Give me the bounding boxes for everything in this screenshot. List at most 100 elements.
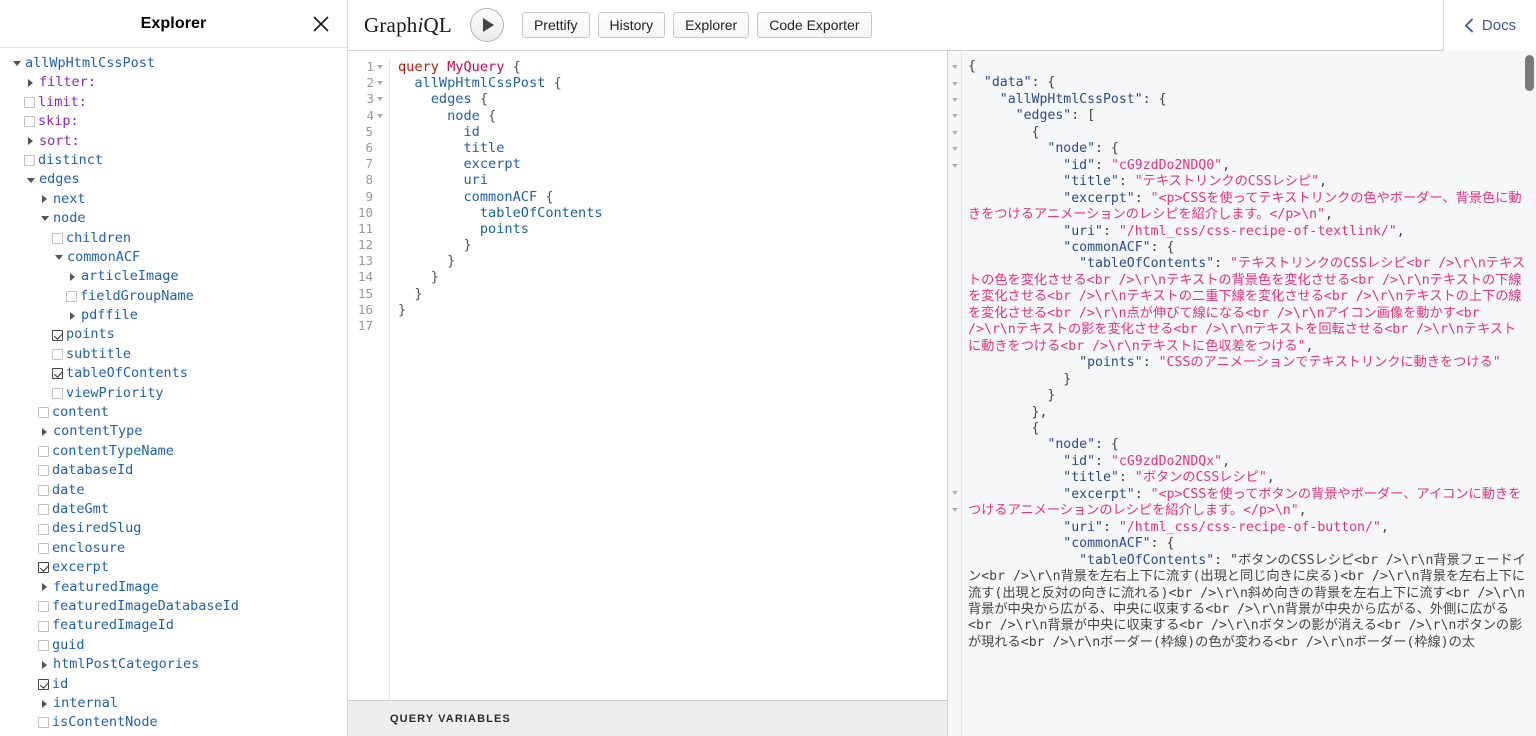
code-exporter-button[interactable]: Code Exporter xyxy=(757,12,872,38)
fold-toggle-icon[interactable] xyxy=(951,81,958,86)
fold-toggle-icon[interactable] xyxy=(951,147,958,152)
query-editor[interactable]: 1 2 3 4 5 6 7 8 9 10 11 12 13 14 15 16 17 query MyQuery … xyxy=(348,51,947,700)
field-checkbox[interactable] xyxy=(38,562,49,574)
chevron-right-icon[interactable] xyxy=(66,270,79,283)
field-checkbox[interactable] xyxy=(52,368,63,380)
field-checkbox[interactable] xyxy=(38,465,49,477)
explorer-item-tableOfContents[interactable]: tableOfContents xyxy=(0,364,347,383)
field-checkbox[interactable] xyxy=(24,96,35,108)
field-checkbox[interactable] xyxy=(66,290,77,302)
explorer-item-limit[interactable]: limit: xyxy=(0,93,347,112)
explorer-item-distinct[interactable]: distinct xyxy=(0,151,347,170)
explorer-item-commonACF[interactable]: commonACF xyxy=(0,248,347,267)
explorer-item-node[interactable]: node xyxy=(0,209,347,228)
explorer-item-guid[interactable]: guid xyxy=(0,636,347,655)
field-checkbox[interactable] xyxy=(38,446,49,457)
field-checkbox[interactable] xyxy=(38,678,49,690)
chevron-right-icon[interactable] xyxy=(24,77,37,90)
field-checkbox[interactable] xyxy=(38,717,49,729)
field-checkbox[interactable] xyxy=(52,232,63,244)
explorer-item-content[interactable]: content xyxy=(0,403,347,422)
query-variables-bar[interactable]: QUERY VARIABLES xyxy=(348,700,947,736)
explorer-button[interactable]: Explorer xyxy=(673,12,750,38)
fold-toggle-icon[interactable] xyxy=(951,97,958,102)
explorer-item-excerpt[interactable]: excerpt xyxy=(0,558,347,577)
fold-toggle-icon[interactable] xyxy=(377,97,383,102)
result-scrollbar-thumb[interactable] xyxy=(1525,55,1534,91)
chevron-down-icon[interactable] xyxy=(38,212,51,225)
explorer-item-htmlPostCategories[interactable]: htmlPostCategories xyxy=(0,655,347,674)
result-fold-gutter[interactable] xyxy=(948,51,962,736)
explorer-item-databaseId[interactable]: databaseId xyxy=(0,461,347,480)
field-checkbox[interactable] xyxy=(38,407,49,419)
field-checkbox[interactable] xyxy=(38,601,49,613)
explorer-item-featuredImageId[interactable]: featuredImageId xyxy=(0,616,347,635)
result-fold-row[interactable] xyxy=(948,502,961,518)
explorer-item-points[interactable]: points xyxy=(0,325,347,344)
docs-button[interactable]: Docs xyxy=(1443,0,1536,51)
explorer-item-isContentNode[interactable]: isContentNode xyxy=(0,713,347,732)
explorer-item-sort[interactable]: sort: xyxy=(0,132,347,151)
chevron-down-icon[interactable] xyxy=(10,57,23,70)
result-fold-row[interactable] xyxy=(948,125,961,141)
chevron-down-icon[interactable] xyxy=(52,251,65,264)
query-code[interactable]: query MyQuery { allWpHtmlCssPost { edges… xyxy=(390,59,947,700)
fold-toggle-icon[interactable] xyxy=(951,114,958,119)
fold-toggle-icon[interactable] xyxy=(377,65,383,70)
fold-toggle-icon[interactable] xyxy=(951,507,958,512)
chevron-right-icon[interactable] xyxy=(38,426,51,439)
fold-toggle-icon[interactable] xyxy=(377,113,383,118)
field-checkbox[interactable] xyxy=(38,620,49,632)
result-fold-row[interactable] xyxy=(948,92,961,108)
result-fold-row[interactable] xyxy=(948,59,961,75)
field-checkbox[interactable] xyxy=(38,484,49,496)
explorer-item-contentType[interactable]: contentType xyxy=(0,422,347,441)
field-checkbox[interactable] xyxy=(38,542,49,554)
explorer-item-articleImage[interactable]: articleImage xyxy=(0,267,347,286)
explorer-item-featuredImageDatabaseId[interactable]: featuredImageDatabaseId xyxy=(0,597,347,616)
result-fold-row[interactable] xyxy=(948,75,961,91)
field-checkbox[interactable] xyxy=(52,349,63,361)
chevron-right-icon[interactable] xyxy=(24,135,37,148)
chevron-right-icon[interactable] xyxy=(38,697,51,710)
field-checkbox[interactable] xyxy=(52,387,63,399)
explorer-item-desiredSlug[interactable]: desiredSlug xyxy=(0,519,347,538)
chevron-right-icon[interactable] xyxy=(66,309,79,322)
result-fold-row[interactable] xyxy=(948,108,961,124)
execute-query-button[interactable] xyxy=(469,8,504,42)
chevron-right-icon[interactable] xyxy=(38,581,51,594)
fold-toggle-icon[interactable] xyxy=(951,130,958,135)
close-icon[interactable] xyxy=(309,12,333,36)
explorer-item-pdffile[interactable]: pdffile xyxy=(0,306,347,325)
explorer-item-date[interactable]: date xyxy=(0,481,347,500)
explorer-item-fieldGroupName[interactable]: fieldGroupName xyxy=(0,287,347,306)
result-fold-row[interactable] xyxy=(948,157,961,173)
explorer-field-tree[interactable]: allWpHtmlCssPost filter: limit: skip: sort: d… xyxy=(0,48,347,736)
fold-toggle-icon[interactable] xyxy=(951,491,958,496)
field-checkbox[interactable] xyxy=(24,155,35,167)
explorer-item-dateGmt[interactable]: dateGmt xyxy=(0,500,347,519)
fold-toggle-icon[interactable] xyxy=(951,163,958,168)
explorer-item-contentTypeName[interactable]: contentTypeName xyxy=(0,442,347,461)
fold-toggle-icon[interactable] xyxy=(377,81,383,86)
explorer-item-edges[interactable]: edges xyxy=(0,170,347,189)
explorer-item-next[interactable]: next xyxy=(0,190,347,209)
explorer-item-id[interactable]: id xyxy=(0,675,347,694)
explorer-item-viewPriority[interactable]: viewPriority xyxy=(0,384,347,403)
chevron-down-icon[interactable] xyxy=(24,174,37,187)
explorer-item-allWpHtmlCssPost[interactable]: allWpHtmlCssPost xyxy=(0,54,347,73)
result-fold-row[interactable] xyxy=(948,141,961,157)
explorer-item-featuredImage[interactable]: featuredImage xyxy=(0,578,347,597)
result-fold-row[interactable] xyxy=(948,485,961,501)
history-button[interactable]: History xyxy=(597,12,666,38)
explorer-item-children[interactable]: children xyxy=(0,229,347,248)
explorer-item-enclosure[interactable]: enclosure xyxy=(0,539,347,558)
result-scrollbar[interactable] xyxy=(1525,55,1534,736)
fold-toggle-icon[interactable] xyxy=(951,65,958,70)
field-checkbox[interactable] xyxy=(38,523,49,535)
field-checkbox[interactable] xyxy=(24,116,35,128)
explorer-item-internal[interactable]: internal xyxy=(0,694,347,713)
chevron-right-icon[interactable] xyxy=(38,193,51,206)
field-checkbox[interactable] xyxy=(52,329,63,341)
explorer-item-skip[interactable]: skip: xyxy=(0,112,347,131)
